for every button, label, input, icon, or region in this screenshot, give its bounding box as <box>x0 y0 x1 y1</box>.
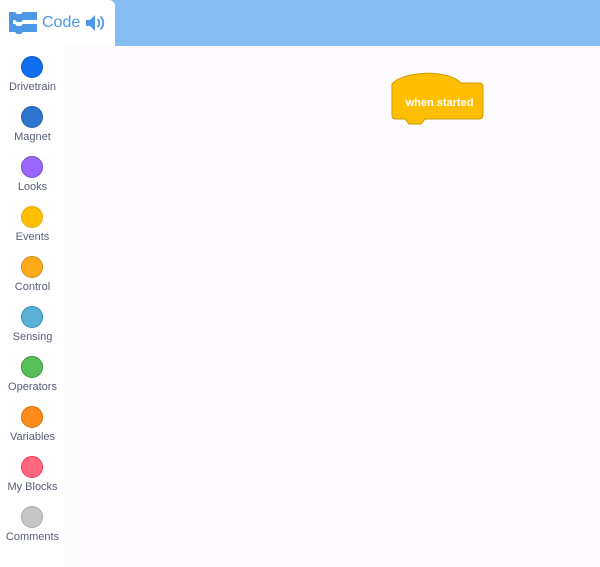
category-magnet-dot <box>21 106 43 128</box>
when-started-block[interactable]: when started <box>391 71 484 127</box>
category-looks-dot <box>21 156 43 178</box>
category-sensing-dot <box>21 306 43 328</box>
category-control-label: Control <box>14 281 51 293</box>
category-sidebar: Drivetrain Magnet Looks Events Control S… <box>0 46 65 567</box>
category-variables[interactable]: Variables <box>0 396 65 446</box>
category-my-blocks-dot <box>21 456 43 478</box>
category-control[interactable]: Control <box>0 246 65 296</box>
category-comments-dot <box>21 506 43 528</box>
category-drivetrain-label: Drivetrain <box>8 81 57 93</box>
category-sensing[interactable]: Sensing <box>0 296 65 346</box>
category-variables-label: Variables <box>9 431 56 443</box>
blocks-icon <box>9 12 37 34</box>
tab-code-label: Code <box>42 14 81 31</box>
category-comments[interactable]: Comments <box>0 496 65 546</box>
category-magnet-label: Magnet <box>14 131 51 143</box>
category-operators-label: Operators <box>8 381 57 393</box>
category-operators[interactable]: Operators <box>0 346 65 396</box>
app-window: Code Drivetrain Magnet Looks Events Cont… <box>0 0 600 567</box>
category-looks[interactable]: Looks <box>0 146 65 196</box>
category-drivetrain[interactable]: Drivetrain <box>0 46 65 96</box>
top-bar: Code <box>0 0 600 46</box>
tab-code[interactable]: Code <box>0 0 115 46</box>
category-sensing-label: Sensing <box>12 331 53 343</box>
category-events-dot <box>21 206 43 228</box>
category-variables-dot <box>21 406 43 428</box>
category-operators-dot <box>21 356 43 378</box>
when-started-label: when started <box>405 97 474 109</box>
category-events[interactable]: Events <box>0 196 65 246</box>
code-workspace[interactable] <box>65 46 600 567</box>
category-my-blocks[interactable]: My Blocks <box>0 446 65 496</box>
category-my-blocks-label: My Blocks <box>7 481 58 493</box>
speaker-icon[interactable] <box>85 13 106 33</box>
category-looks-label: Looks <box>17 181 48 193</box>
category-drivetrain-dot <box>21 56 43 78</box>
category-magnet[interactable]: Magnet <box>0 96 65 146</box>
category-comments-label: Comments <box>5 531 60 543</box>
category-events-label: Events <box>15 231 50 243</box>
category-control-dot <box>21 256 43 278</box>
